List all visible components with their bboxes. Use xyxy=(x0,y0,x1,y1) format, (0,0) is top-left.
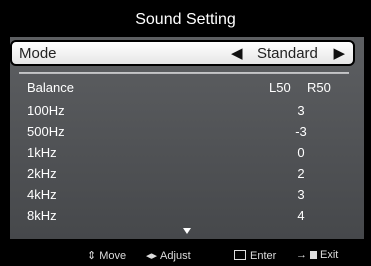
eq-label: 8kHz xyxy=(27,208,57,223)
page-title: Sound Setting xyxy=(135,11,236,28)
up-down-arrow-icon: ⇕ xyxy=(87,250,97,262)
triangle-right-icon[interactable]: ▶ xyxy=(333,44,345,62)
enter-icon xyxy=(234,250,246,260)
eq-label: 4kHz xyxy=(27,187,57,202)
eq-value: 3 xyxy=(297,187,305,202)
eq-label: 500Hz xyxy=(27,124,65,139)
exit-arrow-icon: → xyxy=(296,249,307,261)
balance-left-value: L50 xyxy=(269,80,291,95)
balance-right-value: R50 xyxy=(307,80,331,95)
eq-row-2khz[interactable]: 2kHz 2 xyxy=(27,166,347,186)
eq-row-1khz[interactable]: 1kHz 0 xyxy=(27,145,347,165)
eq-row-500hz[interactable]: 500Hz -3 xyxy=(27,124,347,144)
balance-row[interactable]: Balance L50 R50 xyxy=(27,80,347,100)
balance-label: Balance xyxy=(27,80,74,95)
eq-label: 1kHz xyxy=(27,145,57,160)
hint-enter: Enter xyxy=(234,249,276,262)
divider xyxy=(19,72,349,74)
hint-enter-label: Enter xyxy=(250,250,277,262)
hint-exit: → Exit xyxy=(296,249,338,261)
exit-icon xyxy=(310,251,317,259)
eq-row-8khz[interactable]: 8kHz 4 xyxy=(27,208,347,228)
mode-value: Standard xyxy=(257,45,318,62)
triangle-left-icon[interactable]: ◀ xyxy=(231,44,243,62)
eq-value: -3 xyxy=(295,124,307,139)
mode-label: Mode xyxy=(19,45,57,62)
eq-label: 100Hz xyxy=(27,103,65,118)
footer-hints: ⇕ Move ◂▸ Adjust Enter → Exit xyxy=(0,242,371,266)
eq-row-4khz[interactable]: 4kHz 3 xyxy=(27,187,347,207)
eq-label: 2kHz xyxy=(27,166,57,181)
eq-value: 3 xyxy=(297,103,305,118)
hint-adjust: ◂▸ Adjust xyxy=(146,249,191,262)
hint-adjust-label: Adjust xyxy=(160,250,191,262)
left-right-arrow-icon: ◂▸ xyxy=(146,250,158,262)
scroll-down-icon xyxy=(183,228,191,234)
hint-move: ⇕ Move xyxy=(87,249,126,262)
sound-setting-screen: Sound Setting Mode ◀ Standard ▶ Balance … xyxy=(0,0,371,266)
eq-row-100hz[interactable]: 100Hz 3 xyxy=(27,103,347,123)
eq-value: 0 xyxy=(297,145,305,160)
eq-value: 2 xyxy=(297,166,305,181)
hint-exit-label: Exit xyxy=(320,249,339,261)
hint-move-label: Move xyxy=(99,250,127,262)
eq-value: 4 xyxy=(297,208,305,223)
mode-selector[interactable]: Mode ◀ Standard ▶ xyxy=(10,40,355,66)
